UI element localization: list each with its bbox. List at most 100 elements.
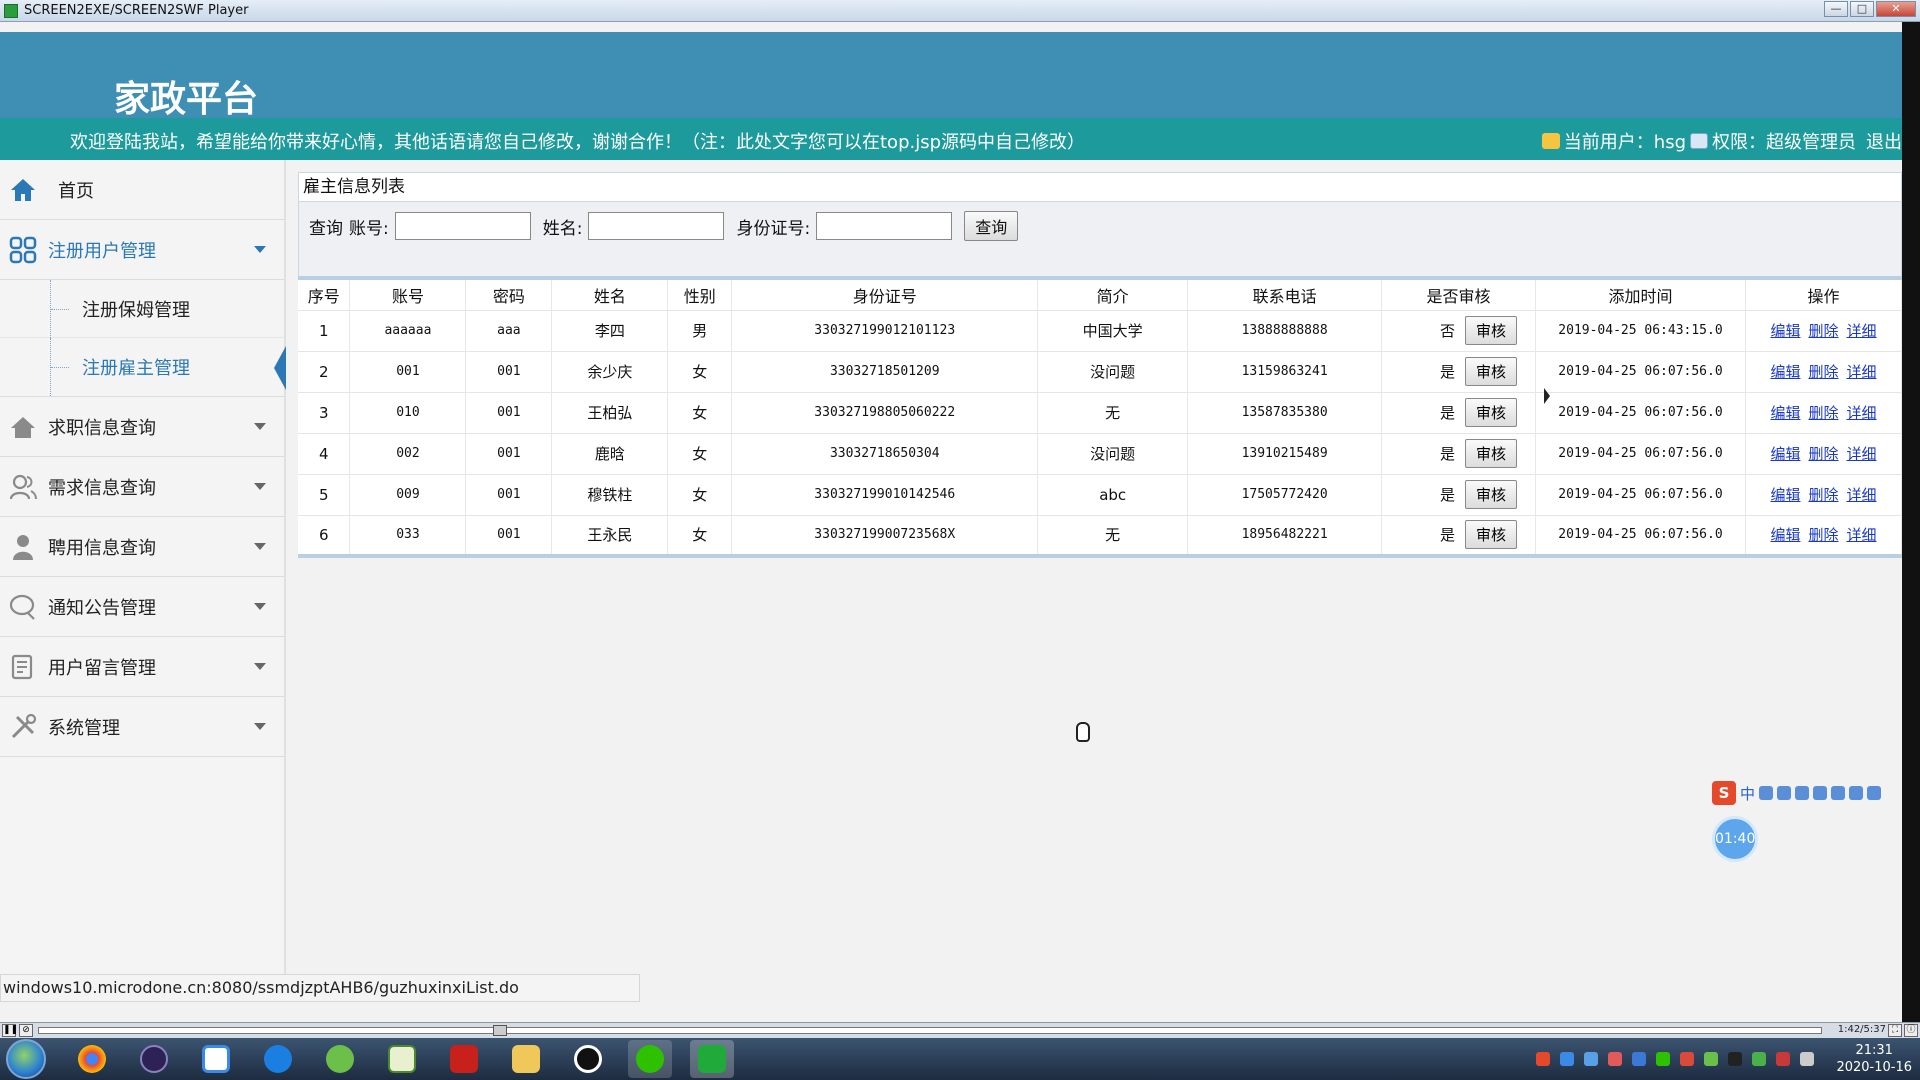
arrow-icon[interactable] (1680, 1052, 1695, 1066)
sidebar-item-label: 通知公告管理 (48, 597, 156, 619)
delete-link[interactable]: 删除 (1808, 526, 1838, 544)
sidebar-item-hire-query[interactable]: 聘用信息查询 (0, 517, 284, 577)
progress-thumb[interactable] (492, 1025, 507, 1036)
progress-track[interactable] (38, 1027, 1822, 1034)
tray-app-icon[interactable] (1560, 1052, 1575, 1066)
minimize-button[interactable]: — (1824, 1, 1848, 17)
leaf-app-icon[interactable] (318, 1040, 362, 1078)
file-explorer-icon[interactable] (504, 1040, 548, 1078)
edit-link[interactable]: 编辑 (1770, 445, 1800, 463)
volume-icon[interactable] (1776, 1052, 1791, 1066)
audit-button[interactable]: 审核 (1465, 520, 1518, 550)
ime-mode[interactable]: 中 (1740, 783, 1755, 804)
battery-icon[interactable] (1752, 1052, 1767, 1066)
grid-icon[interactable] (1867, 786, 1882, 800)
microphone-icon[interactable] (1795, 786, 1810, 800)
audit-button[interactable]: 审核 (1465, 439, 1518, 468)
cell-actions: 编辑 删除 详细 (1745, 432, 1903, 474)
pause-button[interactable]: ❚❚ (2, 1024, 18, 1037)
chrome-icon[interactable] (70, 1040, 114, 1078)
close-button[interactable]: ✕ (1876, 1, 1916, 17)
account-input[interactable] (394, 212, 531, 240)
sidebar-item-demand-query[interactable]: 需求信息查询 (0, 457, 284, 517)
edit-link[interactable]: 编辑 (1770, 486, 1800, 504)
sidebar-item-home[interactable]: 首页 (0, 160, 284, 220)
sidebar-item-job-query[interactable]: 求职信息查询 (0, 397, 284, 457)
sogou-ime-logo[interactable]: S (1712, 781, 1736, 805)
chevron-down-icon (254, 723, 266, 730)
chevron-down-icon (254, 663, 266, 670)
sidebar-item-label: 用户留言管理 (48, 657, 156, 679)
col-name: 姓名 (551, 278, 669, 310)
sidebar-item-message-mgmt[interactable]: 用户留言管理 (0, 637, 284, 697)
stop-button[interactable]: ⊘ (19, 1024, 33, 1037)
punctuation-icon[interactable] (1759, 786, 1774, 800)
edit-link[interactable]: 编辑 (1770, 322, 1800, 340)
audit-button[interactable]: 审核 (1465, 316, 1518, 345)
sidebar-item-user-mgmt[interactable]: 注册用户管理 (0, 220, 284, 280)
qq-tray-icon[interactable] (1728, 1052, 1743, 1066)
sidebar-item-notice-mgmt[interactable]: 通知公告管理 (0, 577, 284, 637)
detail-link[interactable]: 详细 (1846, 322, 1876, 340)
network-icon[interactable] (1704, 1052, 1719, 1066)
cell-no: 1 (298, 309, 351, 351)
keyboard-icon[interactable] (1813, 786, 1828, 800)
idcard-input[interactable] (816, 212, 953, 240)
search-button[interactable]: 查询 (964, 211, 1019, 241)
chart-app-icon[interactable] (380, 1040, 424, 1078)
sogou-tray-icon[interactable] (1536, 1052, 1551, 1066)
table-header-row: 序号 账号 密码 姓名 性别 身份证号 简介 联系电话 是否审核 添加时间 操作 (298, 278, 1903, 310)
display-icon[interactable] (1800, 1052, 1815, 1066)
sidebar-item-label: 首页 (58, 180, 94, 202)
taskbar-clock[interactable]: 21:31 2020-10-16 (1836, 1042, 1912, 1076)
sidebar-item-system-mgmt[interactable]: 系统管理 (0, 697, 284, 757)
security-icon[interactable] (1632, 1052, 1647, 1066)
shield-icon[interactable] (1584, 1052, 1599, 1066)
sidebar-subitem-nanny[interactable]: 注册保姆管理 (0, 280, 284, 338)
edit-link[interactable]: 编辑 (1770, 526, 1800, 544)
emoji-icon[interactable] (1777, 786, 1792, 800)
cell-time: 2019-04-25 06:07:56.0 (1535, 473, 1746, 515)
detail-link[interactable]: 详细 (1846, 404, 1876, 422)
maximize-button[interactable]: □ (1850, 1, 1874, 17)
sidebar-subitem-employer[interactable]: 注册雇主管理 (0, 338, 286, 396)
browser-statusbar: windows10.microdone.cn:8080/ssmdjzptAHB6… (0, 974, 640, 1002)
delete-link[interactable]: 删除 (1808, 363, 1838, 381)
recording-timer[interactable]: 01:40 (1712, 816, 1758, 862)
detail-link[interactable]: 详细 (1846, 486, 1876, 504)
shirt-icon[interactable] (1849, 786, 1864, 800)
info-button[interactable]: ⓘ (1904, 1024, 1918, 1037)
audit-button[interactable]: 审核 (1465, 398, 1518, 427)
name-input[interactable] (588, 212, 725, 240)
qq-icon[interactable] (566, 1040, 610, 1078)
wechat-icon[interactable] (628, 1040, 672, 1078)
screen-recorder-icon[interactable] (690, 1040, 734, 1078)
browser-icon[interactable] (256, 1040, 300, 1078)
tray-app-icon[interactable] (1608, 1052, 1623, 1066)
col-intro: 简介 (1037, 278, 1189, 310)
user-icon[interactable] (1831, 786, 1846, 800)
start-button[interactable] (6, 1039, 46, 1079)
cell-idcard: 330327198805060222 (731, 391, 1039, 433)
audit-button[interactable]: 审核 (1465, 357, 1518, 386)
audit-button[interactable]: 审核 (1465, 480, 1518, 509)
col-gender: 性别 (667, 278, 733, 310)
flash-icon[interactable] (442, 1040, 486, 1078)
delete-link[interactable]: 删除 (1808, 445, 1838, 463)
eclipse-icon[interactable] (132, 1040, 176, 1078)
edit-link[interactable]: 编辑 (1770, 404, 1800, 422)
detail-link[interactable]: 详细 (1846, 526, 1876, 544)
fullscreen-button[interactable]: ⛶ (1888, 1024, 1902, 1037)
delete-link[interactable]: 删除 (1808, 486, 1838, 504)
baidu-netdisk-icon[interactable] (194, 1040, 238, 1078)
detail-link[interactable]: 详细 (1846, 363, 1876, 381)
cell-audited: 是审核 (1381, 391, 1537, 433)
delete-link[interactable]: 删除 (1808, 322, 1838, 340)
wechat-tray-icon[interactable] (1656, 1052, 1671, 1066)
cell-audited: 是审核 (1381, 350, 1537, 392)
delete-link[interactable]: 删除 (1808, 404, 1838, 422)
col-time: 添加时间 (1535, 278, 1746, 310)
logout-link[interactable]: 退出 (1866, 128, 1902, 154)
edit-link[interactable]: 编辑 (1770, 363, 1800, 381)
detail-link[interactable]: 详细 (1846, 445, 1876, 463)
